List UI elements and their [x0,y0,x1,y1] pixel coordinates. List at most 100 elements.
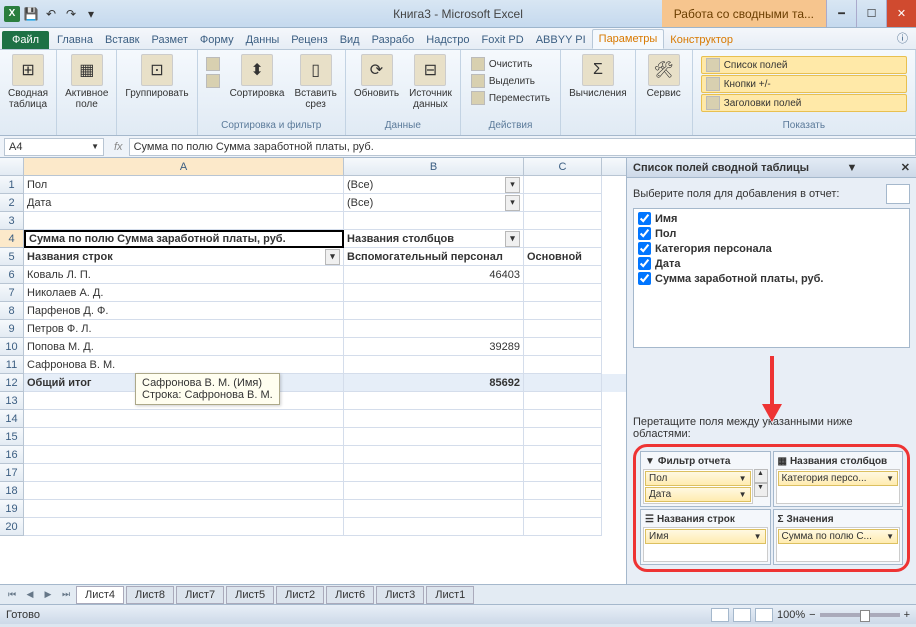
sheet-tab[interactable]: Лист6 [326,586,374,604]
cell[interactable]: Основной [524,248,602,266]
cell[interactable] [24,428,344,446]
tab-home[interactable]: Главна [51,31,99,49]
cell[interactable] [344,392,524,410]
cell[interactable] [24,482,344,500]
cell[interactable] [344,284,524,302]
sort-asc-button[interactable] [202,56,224,72]
area-row-labels[interactable]: ☰Названия строк Имя▼ [640,509,771,565]
close-pane-button[interactable]: ✕ [901,161,910,174]
row-header[interactable]: 9 [0,320,24,338]
cell[interactable]: Парфенов Д. Ф. [24,302,344,320]
cell[interactable] [344,356,524,374]
formula-input[interactable]: Сумма по полю Сумма заработной платы, ру… [129,138,916,156]
row-header[interactable]: 19 [0,500,24,518]
view-pagebreak-button[interactable] [755,608,773,622]
field-list[interactable]: Имя Пол Категория персонала Дата Сумма з… [633,208,910,348]
cell[interactable]: Вспомогательный персонал [344,248,524,266]
layout-options-button[interactable] [886,184,910,204]
tab-formulas[interactable]: Форму [194,31,240,49]
tab-design[interactable]: Конструктор [664,31,739,49]
row-header[interactable]: 5 [0,248,24,266]
view-layout-button[interactable] [733,608,751,622]
tab-data[interactable]: Данны [240,31,286,49]
row-header[interactable]: 11 [0,356,24,374]
help-icon[interactable]: ⓘ [889,27,916,49]
cell-filter[interactable]: Названия строк [24,248,344,266]
cell[interactable] [524,230,602,248]
scroll-down-button[interactable]: ▼ [754,483,768,497]
row-header[interactable]: 17 [0,464,24,482]
datasource-button[interactable]: ⊟Источник данных [405,52,456,112]
cell[interactable] [524,266,602,284]
move-button[interactable]: Переместить [467,90,554,106]
row-header[interactable]: 1 [0,176,24,194]
cell-dropdown[interactable]: (Все) [344,176,524,194]
tab-abbyy[interactable]: ABBYY PI [530,31,592,49]
slicer-button[interactable]: ▯Вставить срез [290,52,340,112]
sheet-nav-prev[interactable]: ◀ [22,589,38,600]
cell[interactable] [24,464,344,482]
row-header[interactable]: 18 [0,482,24,500]
row-header[interactable]: 6 [0,266,24,284]
row-header[interactable]: 8 [0,302,24,320]
cell[interactable]: 85692 [344,374,524,392]
cell-dropdown[interactable]: (Все) [344,194,524,212]
col-header-a[interactable]: A [24,158,344,175]
cell[interactable] [524,482,602,500]
fx-icon[interactable]: fx [108,141,129,153]
redo-icon[interactable]: ↷ [62,5,80,23]
cell[interactable] [344,302,524,320]
sort-button[interactable]: ⬍Сортировка [226,52,289,112]
sheet-tab[interactable]: Лист5 [226,586,274,604]
cell[interactable]: Петров Ф. Л. [24,320,344,338]
tab-foxit[interactable]: Foxit PD [476,31,530,49]
cell[interactable] [524,194,602,212]
select-all-corner[interactable] [0,158,24,175]
cell[interactable] [524,176,602,194]
sheet-tab[interactable]: Лист3 [376,586,424,604]
cell[interactable] [524,320,602,338]
cell[interactable] [524,338,602,356]
cell[interactable] [344,410,524,428]
sheet-nav-next[interactable]: ▶ [40,589,56,600]
tab-layout[interactable]: Размет [146,31,194,49]
cell[interactable] [524,518,602,536]
cell[interactable] [344,464,524,482]
tab-view[interactable]: Вид [334,31,366,49]
sheet-tab[interactable]: Лист7 [176,586,224,604]
area-item[interactable]: Категория персо...▼ [778,471,899,486]
sheet-tab[interactable]: Лист4 [76,586,124,604]
cell[interactable]: Пол [24,176,344,194]
tab-insert[interactable]: Вставк [99,31,146,49]
cell[interactable] [24,500,344,518]
scroll-up-button[interactable]: ▲ [754,469,768,483]
cell[interactable]: Сафронова В. М. [24,356,344,374]
cell-selected[interactable]: Сумма по полю Сумма заработной платы, ру… [24,230,344,248]
cell[interactable] [524,446,602,464]
headers-toggle[interactable]: Заголовки полей [701,94,907,112]
area-item[interactable]: Пол▼ [645,471,751,486]
cell[interactable] [524,374,602,392]
row-header[interactable]: 14 [0,410,24,428]
field-item[interactable]: Категория персонала [636,241,907,256]
col-header-c[interactable]: C [524,158,602,175]
cell[interactable] [524,284,602,302]
group-button[interactable]: ⊡Группировать [121,52,192,101]
cell[interactable] [344,428,524,446]
qat-dropdown-icon[interactable]: ▾ [82,5,100,23]
sheet-tab[interactable]: Лист8 [126,586,174,604]
row-header[interactable]: 16 [0,446,24,464]
cell[interactable] [524,428,602,446]
row-header[interactable]: 7 [0,284,24,302]
cell[interactable] [524,500,602,518]
cell[interactable]: Дата [24,194,344,212]
cell[interactable]: 39289 [344,338,524,356]
sheet-nav-last[interactable]: ⏭ [58,589,74,600]
active-field-button[interactable]: ▦Активное поле [61,52,112,112]
file-tab[interactable]: Файл [2,31,49,49]
area-report-filter[interactable]: ▼Фильтр отчета Пол▼ Дата▼ ▲▼ [640,451,771,507]
field-item[interactable]: Дата [636,256,907,271]
minimize-button[interactable]: ━ [826,0,856,27]
calculations-button[interactable]: ΣВычисления [565,52,631,101]
clear-button[interactable]: Очистить [467,56,554,72]
